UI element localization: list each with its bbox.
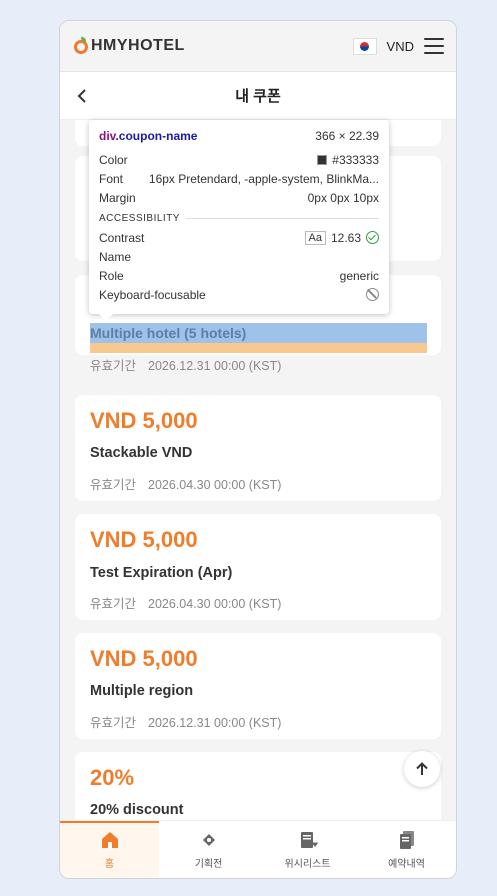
nav-item-promotions[interactable]: 기획전	[159, 821, 258, 878]
coupon-name: 20% discount	[90, 802, 184, 818]
page-header: 내 쿠폰	[60, 72, 456, 120]
check-circle-icon	[366, 231, 379, 244]
logo-text: HMYHOTEL	[91, 37, 185, 54]
coupon-amount: VND 5,000	[90, 646, 198, 671]
coupon-name: Multiple hotel (5 hotels)	[90, 323, 427, 343]
nav-item-home[interactable]: 홈	[60, 821, 159, 878]
coupon-name: Test Expiration (Apr)	[90, 565, 233, 581]
page-title: 내 쿠폰	[235, 88, 281, 105]
inspector-tooltip: div.coupon-name 366 × 22.39 Color #33333…	[89, 120, 389, 321]
inspector-dimensions: 366 × 22.39	[315, 129, 379, 143]
ticket-icon	[202, 834, 215, 846]
logo[interactable]: HMYHOTEL	[74, 37, 185, 55]
coupon-card[interactable]: VND 5,000 Stackable VND 유효기간 2026.04.30 0…	[75, 395, 441, 501]
coupon-amount: 20%	[90, 765, 135, 790]
coupon-name: Multiple region	[90, 683, 194, 699]
coupon-card[interactable]: VND 5,000 Multiple region 유효기간 2026.12.31…	[75, 633, 441, 739]
nav-label: 위시리스트	[284, 859, 331, 870]
coupon-card[interactable]: VND 5,000 Test Expiration (Apr) 유효기간 2026…	[75, 514, 441, 620]
nav-label: 예약내역	[388, 859, 425, 870]
hamburger-icon[interactable]	[424, 38, 444, 54]
scroll-to-top-button[interactable]	[404, 751, 440, 787]
bottom-nav: 홈 기획전 위시리스트 예약내역	[60, 820, 456, 878]
wishlist-icon	[300, 832, 318, 848]
coupon-validity: 유효기간 2026.12.31 00:00 (KST)	[90, 359, 282, 373]
inspector-selector: div.coupon-name	[99, 129, 198, 143]
logo-mark-icon	[74, 37, 88, 54]
nav-label: 홈	[104, 859, 115, 870]
currency-selector[interactable]: VND	[387, 39, 414, 54]
coupon-validity: 유효기간 2026.12.31 00:00 (KST)	[90, 716, 282, 730]
nav-item-reservations[interactable]: 예약내역	[357, 821, 456, 878]
inspector-margin-overlay	[90, 343, 427, 353]
coupon-name: Stackable VND	[90, 445, 193, 461]
korea-flag-icon[interactable]	[352, 37, 377, 55]
nav-label: 기획전	[194, 859, 223, 870]
coupon-card[interactable]: 20% 20% discount	[75, 752, 441, 820]
nav-item-wishlist[interactable]: 위시리스트	[258, 821, 357, 878]
home-icon	[101, 832, 118, 848]
coupon-validity: 유효기간 2026.04.30 00:00 (KST)	[90, 597, 282, 611]
top-bar: HMYHOTEL VND	[60, 21, 456, 72]
accessibility-section-header: ACCESSIBILITY	[99, 213, 379, 224]
reservations-icon	[399, 831, 414, 849]
arrow-up-icon	[416, 762, 428, 775]
coupon-validity: 유효기간 2026.04.30 00:00 (KST)	[90, 478, 282, 492]
not-allowed-icon	[366, 288, 379, 301]
coupon-amount: VND 5,000	[90, 527, 198, 552]
color-swatch	[317, 154, 328, 165]
coupon-amount: VND 5,000	[90, 408, 198, 433]
chevron-left-icon[interactable]	[76, 88, 88, 104]
